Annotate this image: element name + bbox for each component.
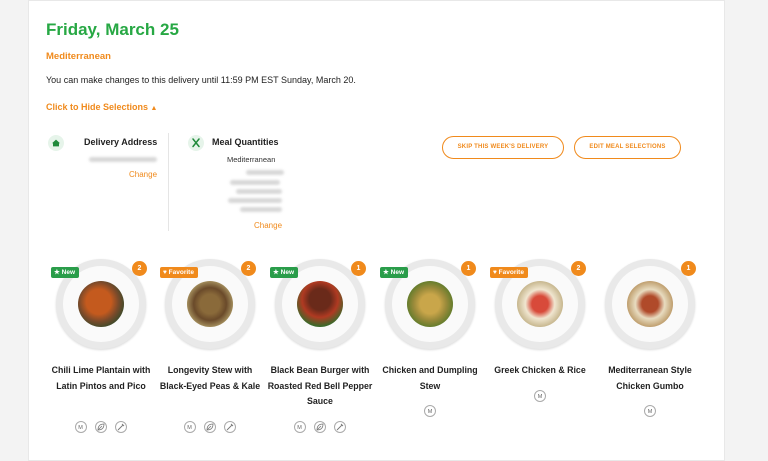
meal-quantities-title: Meal Quantities [212,137,279,147]
change-quantities-link[interactable]: Change [254,221,282,230]
pepper-icon [115,420,128,433]
heart-icon: ♥ [493,269,497,276]
new-badge: ★ New [270,267,299,278]
meal-attributes: M [160,418,260,436]
edit-meal-selections-button[interactable]: EDIT MEAL SELECTIONS [574,136,681,159]
meal-attributes: M [600,402,700,420]
quantity-badge: 2 [132,261,147,276]
mediterranean-icon: M [644,404,656,417]
meal-name: Black Bean Burger with Roasted Red Bell … [267,365,373,406]
meal-attributes: M [270,418,370,436]
quantity-badge: 1 [681,261,696,276]
meal-name: Chicken and Dumpling Stew [382,365,478,391]
meal-attributes: M [380,402,480,420]
pepper-icon [224,420,237,433]
quantities-plan: Mediterranean [227,155,276,164]
delivery-address-title: Delivery Address [84,137,158,147]
caret-up-icon: ▲ [150,105,158,112]
address-line-redacted [89,157,157,162]
skip-delivery-button[interactable]: SKIP THIS WEEK'S DELIVERY [442,136,564,159]
plan-name: Mediterranean [46,51,111,62]
favorite-badge: ♥ Favorite [490,267,528,278]
mediterranean-icon: M [534,389,546,402]
quantity-line-redacted [246,170,284,175]
leaf-icon [204,420,216,433]
quantity-line-redacted [230,180,280,185]
utensils-icon [188,135,204,151]
new-badge: ★ New [51,267,80,278]
meal-attributes: M [490,387,590,405]
star-icon: ★ [383,269,389,276]
favorite-badge: ♥ Favorite [160,267,198,278]
leaf-icon [95,420,107,433]
quantity-line-redacted [240,207,282,212]
heart-icon: ♥ [163,269,167,276]
meal-attributes: M [51,418,151,436]
leaf-icon [314,420,326,433]
change-deadline-notice: You can make changes to this delivery un… [46,75,356,85]
delivery-date: Friday, March 25 [46,20,179,39]
quantity-badge: 2 [241,261,256,276]
quantity-badge: 1 [351,261,366,276]
quantity-badge: 1 [461,261,476,276]
pepper-icon [334,420,347,433]
mediterranean-icon: M [424,404,436,417]
star-icon: ★ [54,269,60,276]
meal-name: Mediterranean Style Chicken Gumbo [608,365,692,391]
hide-selections-link[interactable]: Click to Hide Selections ▲ [46,102,157,112]
mediterranean-icon: M [74,420,87,433]
change-address-link[interactable]: Change [129,170,157,179]
quantity-line-redacted [228,198,282,203]
section-divider [168,133,169,231]
quantity-line-redacted [236,189,282,194]
mediterranean-icon: M [183,420,196,433]
mediterranean-icon: M [293,420,306,433]
hide-selections-label: Click to Hide Selections [46,102,149,112]
home-icon [48,135,64,151]
quantity-badge: 2 [571,261,586,276]
meal-name: Longevity Stew with Black-Eyed Peas & Ka… [159,365,261,391]
new-badge: ★ New [380,267,409,278]
meal-name: Greek Chicken & Rice [494,365,586,375]
star-icon: ★ [273,269,279,276]
meal-name: Chili Lime Plantain with Latin Pintos an… [51,365,151,391]
